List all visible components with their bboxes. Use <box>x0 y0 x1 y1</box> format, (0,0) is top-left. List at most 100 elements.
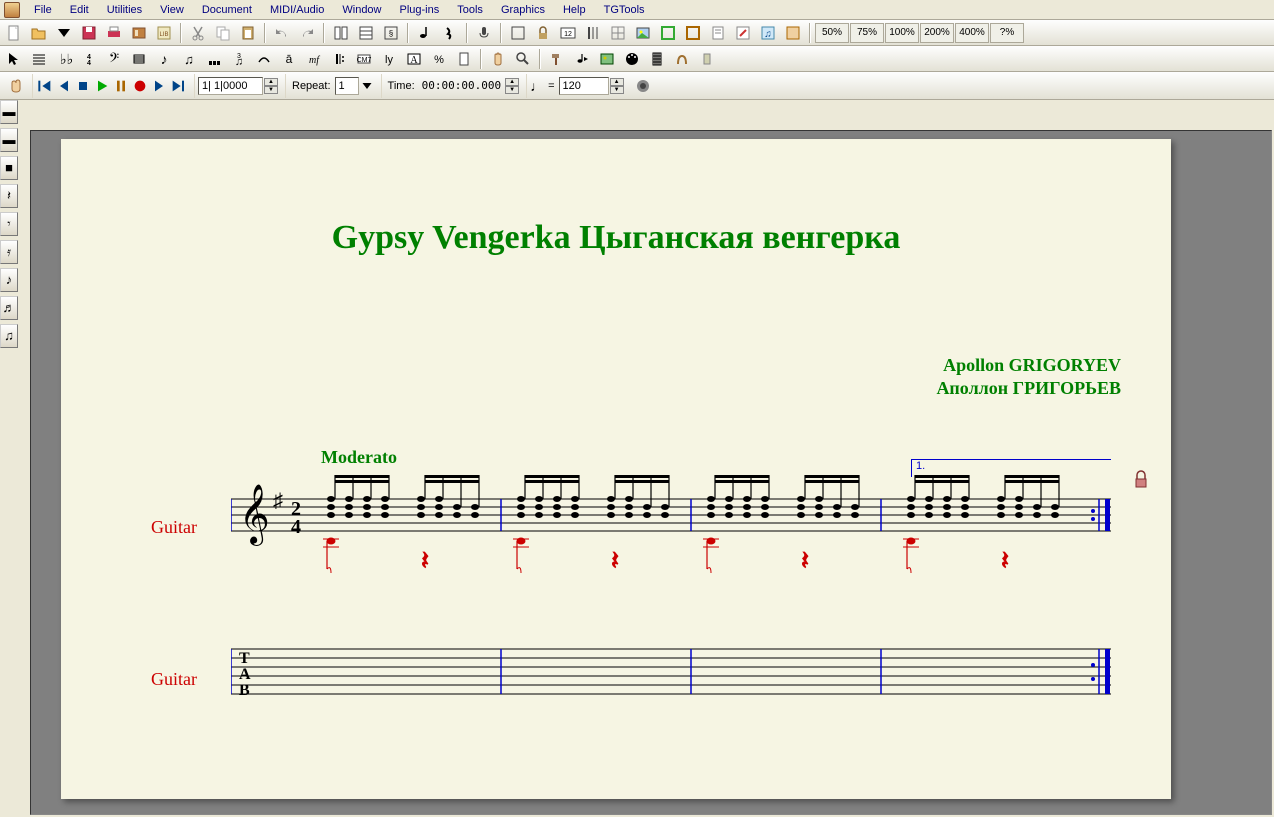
duration-9[interactable]: ♫ <box>0 324 18 348</box>
forward-button[interactable] <box>169 75 187 97</box>
menu-help[interactable]: Help <box>555 2 594 18</box>
zoom-75-button[interactable]: 75% <box>850 23 884 43</box>
lock-button[interactable] <box>531 22 555 44</box>
key-tool[interactable]: ♭♭ <box>52 48 76 70</box>
resize-tool[interactable]: % <box>427 48 451 70</box>
tuplet-tool[interactable]: 3♫ <box>227 48 251 70</box>
menu-file[interactable]: File <box>26 2 60 18</box>
clef-tool[interactable]: 𝄢 <box>102 48 126 70</box>
slur-tool[interactable] <box>252 48 276 70</box>
print-button[interactable] <box>102 22 126 44</box>
stop-button[interactable] <box>74 75 92 97</box>
repeat-dropdown[interactable] <box>360 75 374 97</box>
tempo-down[interactable]: ▼ <box>610 86 624 94</box>
score-title[interactable]: Gypsy Vengerka Цыганская венгерка <box>61 219 1171 257</box>
zoom-200-button[interactable]: 200% <box>920 23 954 43</box>
measure-tool[interactable] <box>127 48 151 70</box>
articulation-tool[interactable]: ā <box>277 48 301 70</box>
repeat-tool[interactable] <box>327 48 351 70</box>
thumb-button[interactable] <box>4 75 28 97</box>
duration-1[interactable]: ▬ <box>0 100 18 124</box>
redo-button[interactable] <box>295 22 319 44</box>
open-button[interactable] <box>27 22 51 44</box>
speedy-entry-tool[interactable]: ♫ <box>177 48 201 70</box>
tool-b-button[interactable] <box>581 22 605 44</box>
number-12-button[interactable]: 12 <box>556 22 580 44</box>
tool-a-button[interactable] <box>506 22 530 44</box>
position-down[interactable]: ▼ <box>264 86 278 94</box>
staff-tool[interactable] <box>27 48 51 70</box>
play-button[interactable] <box>93 75 111 97</box>
scroll-view-button[interactable] <box>354 22 378 44</box>
zoom-50-button[interactable]: 50% <box>815 23 849 43</box>
position-input[interactable] <box>198 77 263 95</box>
hammer-tool[interactable] <box>545 48 569 70</box>
pencil-box-button[interactable] <box>731 22 755 44</box>
expression-tool[interactable]: mf <box>302 48 326 70</box>
speaker-button[interactable] <box>631 75 655 97</box>
menu-tgtools[interactable]: TGTools <box>596 2 653 18</box>
zoom-custom-button[interactable]: ?% <box>990 23 1024 43</box>
hyperscribe-tool[interactable] <box>202 48 226 70</box>
duration-8[interactable]: ♬ <box>0 296 18 320</box>
duration-2[interactable]: ▬ <box>0 128 18 152</box>
new-button[interactable] <box>2 22 26 44</box>
text-tool[interactable]: A <box>402 48 426 70</box>
picture-button[interactable] <box>631 22 655 44</box>
rewind-button[interactable] <box>36 75 54 97</box>
tempo-marking[interactable]: Moderato <box>321 447 397 468</box>
position-up[interactable]: ▲ <box>264 78 278 86</box>
record-button[interactable] <box>131 75 149 97</box>
time-down[interactable]: ▼ <box>505 86 519 94</box>
duration-7[interactable]: ♪ <box>0 268 18 292</box>
tool-music-button[interactable]: ♫ <box>756 22 780 44</box>
score-page[interactable]: Gypsy Vengerka Цыганская венгерка Apollo… <box>61 139 1171 799</box>
frame2-button[interactable] <box>681 22 705 44</box>
menu-midi-audio[interactable]: MIDI/Audio <box>262 2 332 18</box>
tempo-input[interactable] <box>559 77 609 95</box>
timesig-tool[interactable]: 44 <box>77 48 101 70</box>
zoom-tool[interactable] <box>511 48 535 70</box>
frame-button[interactable] <box>656 22 680 44</box>
time-up[interactable]: ▲ <box>505 78 519 86</box>
page-layout-tool[interactable] <box>452 48 476 70</box>
instrument-label-2[interactable]: Guitar <box>151 669 197 690</box>
chord-tool[interactable]: CM7 <box>352 48 376 70</box>
menu-view[interactable]: View <box>152 2 192 18</box>
tool-c-button[interactable] <box>781 22 805 44</box>
cut-button[interactable] <box>186 22 210 44</box>
graphics-tool[interactable] <box>595 48 619 70</box>
lock-handle-icon[interactable] <box>1131 469 1151 489</box>
copy-button[interactable] <box>211 22 235 44</box>
staff-notation[interactable]: 𝄞 ♯ 2 4 <box>231 469 1111 602</box>
duration-6[interactable]: 𝄿 <box>0 240 18 264</box>
note-mover-tool[interactable] <box>570 48 594 70</box>
duration-5[interactable]: 𝄾 <box>0 212 18 236</box>
undo-button[interactable] <box>270 22 294 44</box>
duration-4[interactable]: 𝄽 <box>0 184 18 208</box>
paste-button[interactable] <box>236 22 260 44</box>
ossia-tool[interactable] <box>670 48 694 70</box>
mirror-tool[interactable] <box>695 48 719 70</box>
arrow-tool[interactable] <box>2 48 26 70</box>
library-button[interactable] <box>127 22 151 44</box>
lib-button[interactable]: LIB <box>152 22 176 44</box>
simple-entry-tool[interactable]: ♪ <box>152 48 176 70</box>
menu-graphics[interactable]: Graphics <box>493 2 553 18</box>
menu-tools[interactable]: Tools <box>449 2 491 18</box>
hand-tool[interactable] <box>486 48 510 70</box>
rest-button[interactable] <box>438 22 462 44</box>
tempo-up[interactable]: ▲ <box>610 78 624 86</box>
doc-button[interactable] <box>706 22 730 44</box>
menu-plugins[interactable]: Plug-ins <box>392 2 448 18</box>
menu-edit[interactable]: Edit <box>62 2 97 18</box>
lyric-tool[interactable]: ly <box>377 48 401 70</box>
prev-button[interactable] <box>55 75 73 97</box>
zoom-100-button[interactable]: 100% <box>885 23 919 43</box>
add-note-button[interactable] <box>413 22 437 44</box>
pause-button[interactable] <box>112 75 130 97</box>
save-button[interactable] <box>77 22 101 44</box>
document-viewport[interactable]: Gypsy Vengerka Цыганская венгерка Apollo… <box>30 130 1272 815</box>
mic-button[interactable] <box>472 22 496 44</box>
repeat-input[interactable] <box>335 77 359 95</box>
